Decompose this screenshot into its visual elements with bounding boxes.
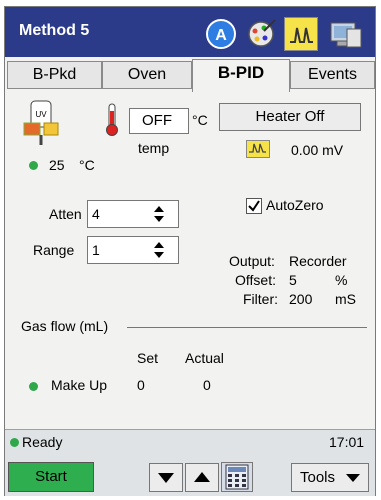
arrow-down-icon	[158, 473, 174, 483]
window-title: Method 5	[19, 22, 90, 39]
start-button[interactable]: Start	[8, 462, 94, 492]
svg-text:A: A	[215, 27, 227, 44]
bottom-toolbar: Start Tools	[5, 456, 375, 496]
scroll-up-button[interactable]	[185, 463, 219, 492]
status-bar: Ready 17:01	[5, 429, 375, 457]
spinner-icon	[150, 204, 168, 224]
status-time: 17:01	[329, 434, 365, 450]
filter-label: Filter:	[243, 291, 278, 307]
title-bar: Method 5 A	[5, 7, 375, 57]
gasflow-section-label: Gas flow (mL)	[21, 318, 109, 334]
tab-oven[interactable]: Oven	[102, 61, 192, 89]
current-temp-unit: °C	[79, 157, 95, 173]
makeup-actual-value: 0	[203, 377, 211, 393]
autozero-checkbox[interactable]	[246, 198, 262, 214]
gear-icon[interactable]	[244, 17, 278, 51]
offset-unit: %	[335, 272, 348, 288]
thermometer-icon	[101, 101, 123, 137]
actual-header: Actual	[185, 350, 224, 366]
tools-button[interactable]: Tools	[291, 463, 369, 492]
heater-button[interactable]: Heater Off	[219, 103, 361, 131]
svg-text:UV: UV	[35, 110, 47, 119]
signal-icon[interactable]	[284, 17, 318, 51]
range-select[interactable]: 1	[87, 236, 179, 264]
atten-select[interactable]: 4	[87, 200, 179, 228]
temp-status-dot	[29, 161, 38, 170]
signal-value: 0.00 mV	[291, 142, 344, 158]
temp-input[interactable]: OFF	[129, 108, 189, 134]
dropdown-arrow-icon	[346, 474, 360, 482]
tab-b-pkd[interactable]: B-Pkd	[7, 61, 102, 89]
a-circle-icon[interactable]: A	[204, 17, 238, 51]
current-temp: 25	[49, 157, 65, 173]
makeup-status-dot	[29, 382, 38, 391]
tab-b-pid[interactable]: B-PID	[192, 59, 290, 92]
ready-status-dot	[10, 438, 19, 447]
offset-value: 5	[289, 272, 297, 288]
filter-value: 200	[289, 291, 313, 307]
tab-strip: B-Pkd Oven B-PID Events	[5, 59, 375, 92]
autozero-label: AutoZero	[266, 197, 324, 213]
temp-unit: °C	[192, 112, 208, 128]
section-divider	[127, 327, 367, 328]
atten-label: Atten	[49, 206, 82, 222]
spinner-icon	[150, 240, 168, 260]
keypad-icon	[225, 464, 249, 490]
output-value: Recorder	[289, 253, 347, 269]
output-label: Output:	[229, 253, 275, 269]
offset-label: Offset:	[235, 272, 276, 288]
makeup-label: Make Up	[51, 377, 108, 393]
keypad-button[interactable]	[221, 462, 253, 492]
app-window: Method 5 A B-Pkd Oven B-PID Events UV OF…	[4, 6, 376, 496]
arrow-up-icon	[194, 472, 210, 482]
status-text: Ready	[22, 434, 63, 450]
computer-icon[interactable]	[327, 17, 362, 51]
signal-small-icon	[246, 140, 270, 158]
filter-unit: mS	[335, 291, 356, 307]
tab-events[interactable]: Events	[290, 61, 375, 89]
set-header: Set	[137, 350, 159, 366]
detector-icon: UV	[23, 99, 63, 147]
temp-label: temp	[138, 140, 170, 156]
scroll-down-button[interactable]	[149, 463, 183, 492]
range-label: Range	[33, 242, 75, 258]
makeup-set-value[interactable]: 0	[137, 377, 145, 393]
